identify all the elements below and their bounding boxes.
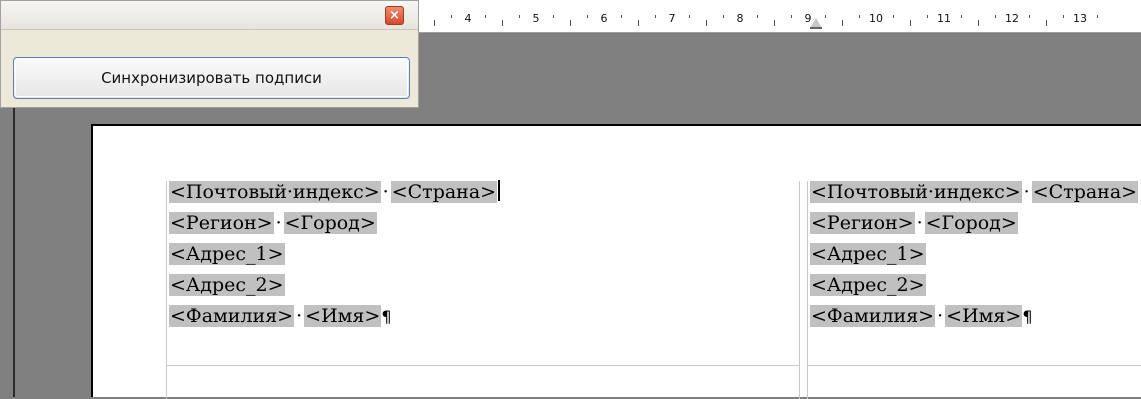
ruler-tick xyxy=(553,15,554,18)
ruler-number: 6 xyxy=(600,12,608,25)
label-line: <Адрес_1> xyxy=(810,242,926,267)
ruler-number: 4 xyxy=(464,12,472,25)
document-page[interactable]: <Почтовый·индекс> · <Страна> <Регион> · <Горо… xyxy=(91,124,1141,399)
label-line: <Регион> · <Город> xyxy=(810,211,1018,236)
space-marker: · xyxy=(937,305,944,327)
tab-stop-marker-icon[interactable] xyxy=(810,18,822,29)
ruler-tick xyxy=(1029,15,1030,18)
space-marker: · xyxy=(296,305,303,327)
label-line: <Адрес_1> xyxy=(169,242,285,267)
text-cursor xyxy=(498,180,501,201)
ruler-tick xyxy=(774,20,775,26)
space-marker: · xyxy=(382,181,389,203)
workspace-background xyxy=(0,108,14,397)
space-marker: · xyxy=(275,212,282,234)
label-line: <Фамилия> · <Имя>¶ xyxy=(169,304,392,329)
ruler-tick xyxy=(978,20,979,26)
ruler-tick xyxy=(995,15,996,18)
ruler-number: 12 xyxy=(1005,12,1019,25)
ruler-tick xyxy=(825,15,826,18)
paragraph-mark-icon: ¶ xyxy=(1022,307,1033,326)
label-line: <Фамилия> · <Имя>¶ xyxy=(810,304,1033,329)
mail-merge-field[interactable]: <Адрес_2> xyxy=(810,274,926,296)
ruler-tick xyxy=(927,15,928,18)
ruler-tick xyxy=(961,15,962,18)
label-line: <Почтовый·индекс> · <Страна> xyxy=(810,180,1139,205)
mail-merge-field[interactable]: <Город> xyxy=(924,212,1018,234)
ruler-tick xyxy=(1046,20,1047,26)
label-line: <Адрес_2> xyxy=(169,273,285,298)
ruler-tick xyxy=(1097,15,1098,18)
label-line: <Почтовый·индекс> · <Страна> xyxy=(169,180,501,205)
mail-merge-field[interactable]: <Фамилия> xyxy=(810,305,936,327)
sync-labels-button[interactable]: Синхронизировать подписи xyxy=(13,57,410,99)
ruler-tick xyxy=(502,20,503,26)
space-marker: · xyxy=(1023,181,1030,203)
mail-merge-field[interactable]: <Город> xyxy=(283,212,377,234)
ruler-tick xyxy=(757,15,758,18)
mail-merge-field[interactable]: <Регион> xyxy=(810,212,915,234)
mail-merge-field[interactable]: <Адрес_1> xyxy=(169,243,285,265)
ruler-tick xyxy=(570,20,571,26)
ruler-tick xyxy=(859,15,860,18)
paragraph-mark-icon: ¶ xyxy=(381,307,392,326)
sync-labels-toolbar: × Синхронизировать подписи xyxy=(0,0,419,108)
mail-merge-field[interactable]: <Регион> xyxy=(169,212,274,234)
label-cell-border xyxy=(166,365,800,366)
mail-merge-field[interactable]: <Страна> xyxy=(1031,181,1139,203)
ruler-tick xyxy=(1063,15,1064,18)
ruler-tick xyxy=(791,15,792,18)
ruler-tick xyxy=(638,20,639,26)
mail-merge-field[interactable]: <Имя> xyxy=(945,305,1023,327)
ruler-number: 11 xyxy=(937,12,951,25)
label-cell-border xyxy=(799,181,800,399)
mail-merge-field[interactable]: <Почтовый·индекс> xyxy=(169,181,381,203)
mail-merge-field[interactable]: <Почтовый·индекс> xyxy=(810,181,1022,203)
ruler-tick xyxy=(587,15,588,18)
ruler-tick xyxy=(723,15,724,18)
ruler-tick xyxy=(706,20,707,26)
ruler-number: 7 xyxy=(668,12,676,25)
ruler-tick xyxy=(689,15,690,18)
ruler-tick xyxy=(910,20,911,26)
label-cell-border xyxy=(166,181,167,399)
label-cell-border xyxy=(807,181,808,399)
page-shadow-line xyxy=(13,108,15,397)
ruler-number: 10 xyxy=(869,12,883,25)
mail-merge-field[interactable]: <Фамилия> xyxy=(169,305,295,327)
ruler-number: 5 xyxy=(532,12,540,25)
mail-merge-field[interactable]: <Страна> xyxy=(390,181,498,203)
sync-labels-button-label: Синхронизировать подписи xyxy=(101,69,322,87)
label-cell-border xyxy=(807,365,1141,366)
ruler-number: 8 xyxy=(736,12,744,25)
ruler-tick xyxy=(842,20,843,26)
mail-merge-field[interactable]: <Имя> xyxy=(304,305,382,327)
mail-merge-field[interactable]: <Адрес_1> xyxy=(810,243,926,265)
ruler-number: 13 xyxy=(1073,12,1087,25)
ruler-tick xyxy=(451,15,452,18)
ruler-tick xyxy=(434,20,435,26)
ruler-tick xyxy=(655,15,656,18)
ruler-tick xyxy=(893,15,894,18)
ruler-tick xyxy=(485,15,486,18)
label-line: <Адрес_2> xyxy=(810,273,926,298)
toolbar-titlebar[interactable]: × xyxy=(1,1,418,30)
close-icon[interactable]: × xyxy=(385,6,404,25)
mail-merge-field[interactable]: <Адрес_2> xyxy=(169,274,285,296)
ruler-tick xyxy=(621,15,622,18)
space-marker: · xyxy=(916,212,923,234)
label-line: <Регион> · <Город> xyxy=(169,211,377,236)
ruler-tick xyxy=(519,15,520,18)
